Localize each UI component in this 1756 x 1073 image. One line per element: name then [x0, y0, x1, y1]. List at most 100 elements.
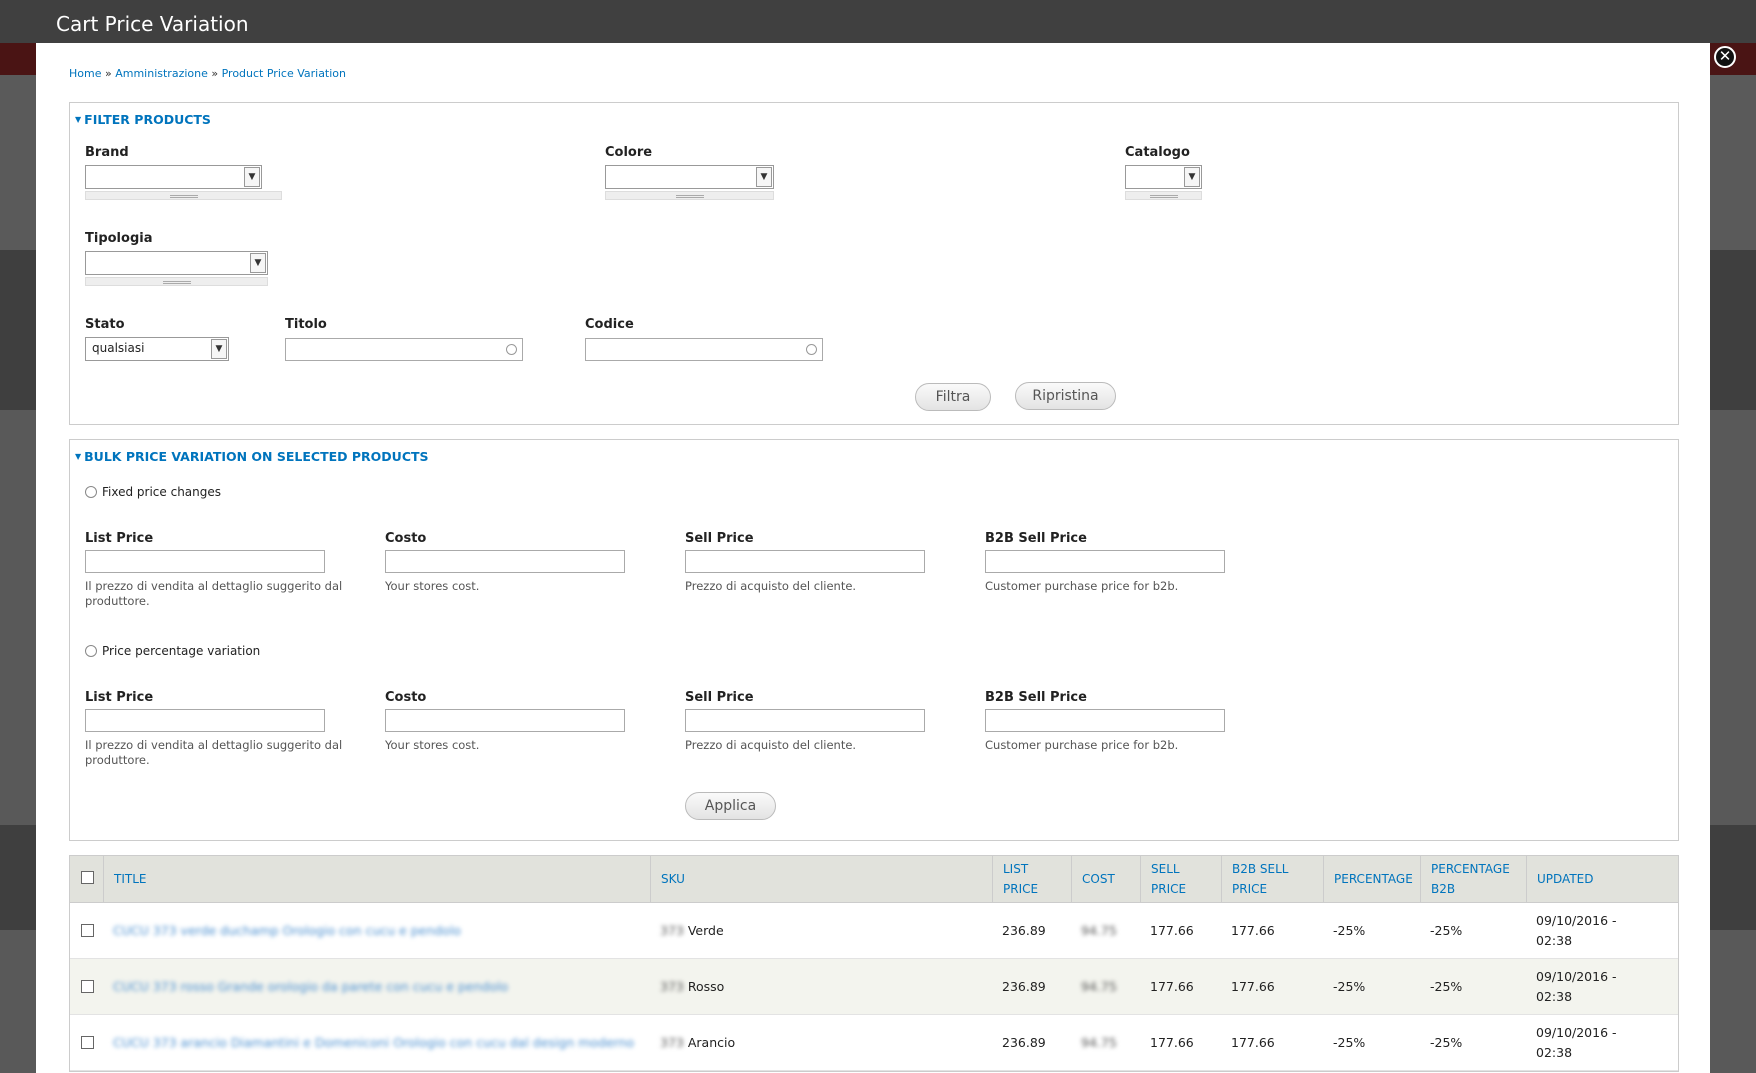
chevron-down-icon: ▼	[244, 167, 260, 187]
row-percentage: -25%	[1333, 979, 1366, 994]
colore-resize-handle[interactable]	[605, 191, 774, 200]
column-updated[interactable]: UPDATED	[1526, 856, 1680, 902]
row-sku: 373 Verde	[650, 903, 992, 959]
sell-price-description: Prezzo di acquisto del cliente.	[685, 579, 857, 593]
column-percentage-b2b[interactable]: PERCENTAGE B2B	[1420, 856, 1526, 902]
row-title-link[interactable]: CUCU 373 verde duchamp Orologio con cucu…	[113, 921, 461, 941]
header-line: B2B	[1431, 882, 1456, 896]
ripristina-button[interactable]: Ripristina	[1015, 382, 1116, 410]
bulk-legend-text: BULK PRICE VARIATION ON SELECTED PRODUCT…	[84, 449, 429, 464]
row-list-price: 236.89	[1002, 1035, 1046, 1050]
column-percentage[interactable]: PERCENTAGE	[1323, 856, 1420, 902]
column-cost[interactable]: COST	[1071, 856, 1140, 902]
fixed-list-price-input[interactable]	[85, 550, 325, 573]
column-list-price[interactable]: LIST PRICE	[992, 856, 1071, 902]
row-percentage-b2b: -25%	[1430, 979, 1463, 994]
row-title-link[interactable]: CUCU 373 rosso Grande orologio da parete…	[113, 977, 508, 997]
table-row: CUCU 373 arancio Diamantini e Domeniconi…	[70, 1015, 1678, 1071]
fixed-costo-input[interactable]	[385, 550, 625, 573]
autocomplete-throbber-icon	[806, 344, 817, 355]
collapse-triangle-icon: ▼	[75, 452, 82, 461]
modal-dialog: Home » Amministrazione » Product Price V…	[36, 43, 1710, 1073]
row-title[interactable]: CUCU 373 arancio Diamantini e Domeniconi…	[103, 1015, 650, 1071]
row-title-link[interactable]: CUCU 373 arancio Diamantini e Domeniconi…	[113, 1033, 634, 1053]
stato-select[interactable]: qualsiasi ▼	[85, 337, 229, 361]
brand-select[interactable]: ▼	[85, 165, 262, 189]
table-row: CUCU 373 verde duchamp Orologio con cucu…	[70, 903, 1678, 959]
percent-sell-price-input[interactable]	[685, 709, 925, 732]
filtra-button[interactable]: Filtra	[915, 383, 991, 411]
percent-list-price-input[interactable]	[85, 709, 325, 732]
filter-legend-text: FILTER PRODUCTS	[84, 112, 211, 127]
column-title-text: TITLE	[114, 872, 147, 886]
close-icon[interactable]: ✕	[1714, 46, 1736, 68]
fixed-price-radio[interactable]: Fixed price changes	[85, 485, 221, 499]
row-sku-color: Verde	[687, 923, 724, 938]
column-title[interactable]: TITLE	[103, 856, 650, 902]
collapse-triangle-icon: ▼	[75, 115, 82, 124]
radio-icon	[85, 645, 97, 657]
bulk-price-legend[interactable]: ▼ BULK PRICE VARIATION ON SELECTED PRODUC…	[75, 449, 429, 464]
column-cost-text: COST	[1082, 872, 1115, 886]
column-b2b-sell-price[interactable]: B2B SELL PRICE	[1221, 856, 1323, 902]
row-sku-code: 373	[660, 1035, 684, 1050]
catalogo-resize-handle[interactable]	[1125, 191, 1202, 200]
codice-input[interactable]	[585, 338, 823, 361]
chevron-down-icon: ▼	[250, 253, 266, 273]
percent-b2b-sell-price-input[interactable]	[985, 709, 1225, 732]
brand-label: Brand	[85, 145, 129, 160]
breadcrumb-home[interactable]: Home	[69, 67, 101, 80]
breadcrumb-current[interactable]: Product Price Variation	[222, 67, 346, 80]
row-checkbox[interactable]	[81, 1036, 94, 1049]
breadcrumb-separator: »	[211, 67, 219, 80]
chevron-down-icon: ▼	[1184, 167, 1200, 187]
sell-price-label: Sell Price	[685, 690, 754, 705]
b2b-sell-price-description: Customer purchase price for b2b.	[985, 579, 1179, 593]
colore-select[interactable]: ▼	[605, 165, 774, 189]
row-updated-text: 09/10/2016 - 02:38	[1536, 967, 1617, 1007]
row-cost-value: 94.75	[1081, 1035, 1117, 1050]
percent-costo-input[interactable]	[385, 709, 625, 732]
tipologia-resize-handle[interactable]	[85, 277, 268, 286]
column-sku[interactable]: SKU	[650, 856, 992, 902]
costo-description: Your stores cost.	[385, 579, 480, 593]
row-cost: 94.75	[1071, 959, 1140, 1015]
updated-time: 02:38	[1536, 933, 1573, 948]
chevron-down-icon: ▼	[211, 339, 227, 359]
row-checkbox[interactable]	[81, 924, 94, 937]
list-price-label: List Price	[85, 531, 154, 546]
window-titlebar: Cart Price Variation	[0, 0, 1756, 43]
row-title[interactable]: CUCU 373 verde duchamp Orologio con cucu…	[103, 903, 650, 959]
tipologia-label: Tipologia	[85, 231, 153, 246]
row-cost: 94.75	[1071, 1015, 1140, 1071]
breadcrumb-admin[interactable]: Amministrazione	[115, 67, 208, 80]
fixed-b2b-sell-price-input[interactable]	[985, 550, 1225, 573]
table-header: TITLE SKU LIST PRICE COST SELL PRICE B2B S…	[70, 856, 1678, 903]
b2b-sell-price-label: B2B Sell Price	[985, 690, 1087, 705]
catalogo-select[interactable]: ▼	[1125, 165, 1202, 189]
row-sku: 373 Arancio	[650, 1015, 992, 1071]
filter-products-legend[interactable]: ▼ FILTER PRODUCTS	[75, 112, 211, 127]
b2b-sell-price-description: Customer purchase price for b2b.	[985, 738, 1179, 752]
fixed-price-radio-label: Fixed price changes	[102, 485, 222, 499]
column-sell-price[interactable]: SELL PRICE	[1140, 856, 1221, 902]
stato-label: Stato	[85, 317, 125, 332]
row-title[interactable]: CUCU 373 rosso Grande orologio da parete…	[103, 959, 650, 1015]
row-sell-price: 177.66	[1150, 979, 1194, 994]
brand-resize-handle[interactable]	[85, 191, 282, 200]
radio-icon	[85, 486, 97, 498]
costo-label: Costo	[385, 531, 427, 546]
row-b2b-sell-price: 177.66	[1231, 979, 1275, 994]
tipologia-select[interactable]: ▼	[85, 251, 268, 275]
row-sku-color: Arancio	[687, 1035, 736, 1050]
percentage-variation-radio[interactable]: Price percentage variation	[85, 644, 260, 658]
column-percentage-text: PERCENTAGE	[1334, 872, 1413, 886]
titolo-input[interactable]	[285, 338, 523, 361]
updated-time: 02:38	[1536, 989, 1573, 1004]
codice-label: Codice	[585, 317, 634, 332]
applica-button[interactable]: Applica	[685, 792, 776, 820]
fixed-sell-price-input[interactable]	[685, 550, 925, 573]
updated-date: 09/10/2016 -	[1536, 913, 1617, 928]
select-all-checkbox[interactable]	[81, 871, 94, 884]
row-checkbox[interactable]	[81, 980, 94, 993]
